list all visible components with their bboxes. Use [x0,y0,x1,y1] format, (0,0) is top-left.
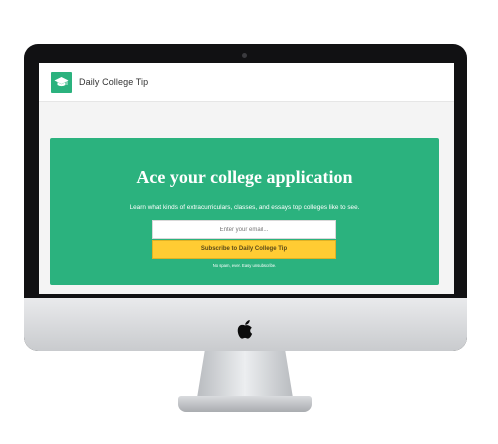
monitor-stand [197,351,293,398]
top-bar: Daily College Tip [39,63,454,102]
screen: Daily College Tip Ace your college appli… [39,63,454,294]
subscribe-button[interactable]: Subscribe to Daily College Tip [152,240,336,259]
hero-subtitle: Learn what kinds of extracurriculars, cl… [129,204,360,211]
email-input[interactable] [152,220,336,239]
hero-signup: Ace your college application Learn what … [50,138,439,285]
fine-print: No spam, ever. Easy unsubscribe. [212,263,277,268]
logo[interactable] [51,72,72,93]
apple-logo-icon [237,320,253,339]
graduation-cap-icon [54,77,69,87]
monitor-base [178,396,312,412]
camera-dot [242,53,247,58]
hero-title: Ace your college application [136,167,353,187]
brand-name[interactable]: Daily College Tip [79,77,148,87]
